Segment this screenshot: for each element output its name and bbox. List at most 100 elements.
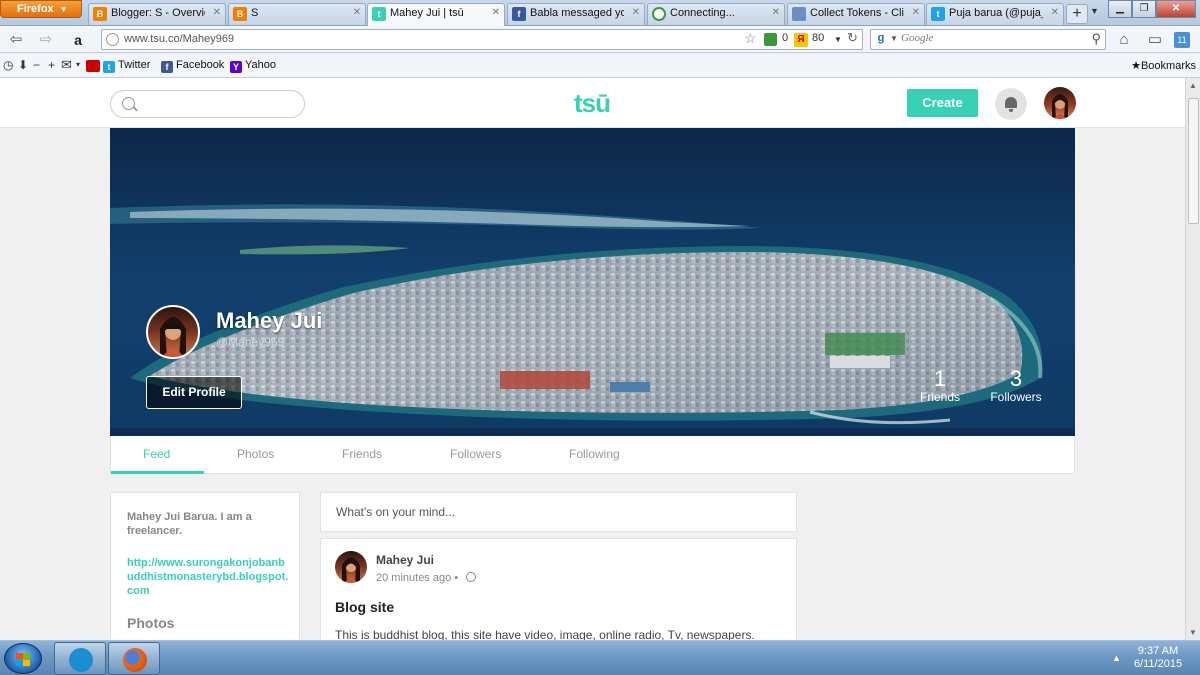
avatar-image xyxy=(160,317,186,357)
new-tab-button[interactable]: + xyxy=(1066,4,1088,24)
list-all-tabs-icon[interactable]: ▼ xyxy=(1090,6,1099,16)
close-icon[interactable]: ✕ xyxy=(353,7,361,18)
forward-icon[interactable]: ⇨ xyxy=(36,30,56,50)
firefox-menu-button[interactable]: Firefox ▼ xyxy=(0,0,82,18)
about-card: Mahey Jui Barua. I am a freelancer. http… xyxy=(110,492,300,640)
url-text[interactable]: www.tsu.co/Mahey969 xyxy=(124,33,234,45)
website-link[interactable]: http://www.surongakonjobanbuddhistmonast… xyxy=(127,556,289,598)
window-close-icon[interactable]: ✕ xyxy=(1156,0,1196,18)
profile-tabs: Feed Photos Friends Followers Following xyxy=(110,436,1075,474)
tab-friends[interactable]: Friends xyxy=(342,447,382,461)
start-button[interactable] xyxy=(4,643,42,674)
close-icon[interactable]: ✕ xyxy=(213,7,221,18)
search-icon xyxy=(122,97,135,110)
close-icon[interactable]: ✕ xyxy=(772,7,780,18)
home-icon[interactable]: ⌂ xyxy=(1114,30,1134,50)
post-body: This is buddhist blog, this site have vi… xyxy=(335,628,755,640)
taskbar-app[interactable] xyxy=(54,642,106,675)
bookmark-facebook[interactable]: f Facebook xyxy=(161,59,224,73)
notifications-button[interactable] xyxy=(995,88,1027,120)
scrollbar-thumb[interactable] xyxy=(1188,98,1199,224)
download-icon[interactable]: ⬇ xyxy=(18,58,28,72)
tab-followers[interactable]: Followers xyxy=(450,447,501,461)
bookmark-label: Facebook xyxy=(176,59,225,71)
bookmarks-menu-label: Bookmarks xyxy=(1140,60,1196,72)
amazon-icon[interactable]: a xyxy=(68,30,88,50)
windows-taskbar: ▲ 9:37 AM 6/11/2015 xyxy=(0,640,1200,675)
history-icon[interactable]: ◷ xyxy=(3,58,13,72)
composer-input[interactable]: What's on your mind... xyxy=(336,505,455,519)
followers-stat[interactable]: 3 Followers xyxy=(986,368,1046,405)
post-author-name[interactable]: Mahey Jui xyxy=(376,553,434,567)
browser-tab-bar: Firefox ▼ B Blogger: S - Overview ✕ B S ✕… xyxy=(0,0,1200,27)
bookmark-yahoo[interactable]: Y Yahoo xyxy=(230,59,276,73)
tab-label: Blogger: S - Overview xyxy=(111,7,205,19)
create-button[interactable]: Create xyxy=(907,89,978,117)
star-icon[interactable]: ☆ xyxy=(744,30,757,47)
site-identity-icon[interactable] xyxy=(106,33,119,46)
calendar-icon[interactable]: 11 xyxy=(1174,32,1190,48)
scroll-down-icon[interactable]: ▼ xyxy=(1189,628,1197,637)
search-icon[interactable]: ⚲ xyxy=(1091,31,1101,47)
scroll-up-icon[interactable]: ▲ xyxy=(1189,81,1197,90)
edit-profile-button[interactable]: Edit Profile xyxy=(146,376,242,409)
browser-tab[interactable]: B Blogger: S - Overview ✕ xyxy=(88,3,226,25)
page-icon xyxy=(792,7,806,21)
cover-photo: Mahey Jui @Mahey969 Edit Profile 1 Frien… xyxy=(110,128,1075,436)
close-icon[interactable]: ✕ xyxy=(912,7,920,18)
browser-tab-active[interactable]: t Mahey Jui | tsū ✕ xyxy=(367,3,505,27)
plus-icon[interactable]: + xyxy=(48,58,55,72)
tab-following[interactable]: Following xyxy=(569,447,620,461)
youtube-icon[interactable] xyxy=(86,60,100,72)
page-scrollbar[interactable]: ▲ ▼ xyxy=(1185,78,1200,640)
tsu-logo[interactable]: tsū xyxy=(574,88,611,119)
yahoo-icon: Y xyxy=(230,61,242,73)
profile-avatar[interactable] xyxy=(146,305,200,359)
google-icon[interactable]: g xyxy=(873,32,889,47)
tab-photos[interactable]: Photos xyxy=(237,447,274,461)
close-icon[interactable]: ✕ xyxy=(632,7,640,18)
restore-icon[interactable]: ❐ xyxy=(1132,0,1156,18)
tab-label: Babla messaged you xyxy=(530,7,624,19)
browser-tab[interactable]: f Babla messaged you ✕ xyxy=(507,3,645,25)
post-composer[interactable]: What's on your mind... xyxy=(320,492,797,532)
url-bar[interactable]: www.tsu.co/Mahey969 ☆ 0 Я 80 ▼ ↻ xyxy=(101,29,863,50)
pagerank-icon xyxy=(764,33,777,46)
search-bar[interactable]: g ▼ ⚲ xyxy=(870,29,1106,50)
browser-tab[interactable]: t Puja barua (@puja_... ✕ xyxy=(926,3,1064,25)
blogger-icon: B xyxy=(233,7,247,21)
profile-handle: @Mahey969 xyxy=(216,335,285,349)
bookmarks-menu-button[interactable]: ★Bookmarks xyxy=(1131,59,1196,72)
tab-feed[interactable]: Feed xyxy=(143,447,170,461)
show-hidden-icons[interactable]: ▲ xyxy=(1112,653,1121,663)
friends-stat[interactable]: 1 Friends xyxy=(918,366,962,405)
bookmark-twitter[interactable]: t Twitter xyxy=(103,59,150,73)
tab-label: Collect Tokens - Cli... xyxy=(810,7,904,19)
followers-label: Followers xyxy=(990,390,1042,404)
photos-heading[interactable]: Photos xyxy=(127,615,174,631)
post-author-avatar[interactable] xyxy=(335,551,367,583)
user-avatar[interactable] xyxy=(1044,87,1076,119)
taskbar-firefox[interactable] xyxy=(108,642,160,675)
search-input[interactable] xyxy=(901,32,1081,44)
close-icon[interactable]: ✕ xyxy=(492,7,500,18)
dropdown-icon[interactable]: ▼ xyxy=(834,35,842,44)
mail-icon[interactable]: ✉ xyxy=(61,57,72,73)
post-timestamp[interactable]: 20 minutes ago • xyxy=(376,572,458,584)
reload-icon[interactable]: ↻ xyxy=(847,30,858,46)
chevron-down-icon[interactable]: ▾ xyxy=(76,60,80,69)
browser-tab[interactable]: B S ✕ xyxy=(228,3,366,25)
browser-tab[interactable]: Connecting... ✕ xyxy=(647,3,785,25)
friends-count: 1 xyxy=(933,366,947,391)
chevron-down-icon[interactable]: ▼ xyxy=(890,34,898,43)
close-icon[interactable]: ✕ xyxy=(1051,7,1059,18)
avatar-image xyxy=(1052,94,1068,119)
browser-tab[interactable]: Collect Tokens - Cli... ✕ xyxy=(787,3,925,25)
windows-logo-icon xyxy=(16,653,30,666)
site-search-input[interactable] xyxy=(110,90,305,118)
window-icon[interactable]: ▭ xyxy=(1145,30,1165,50)
minus-icon[interactable]: − xyxy=(33,58,40,72)
back-icon[interactable]: ⇦ xyxy=(6,30,26,50)
system-clock[interactable]: 9:37 AM 6/11/2015 xyxy=(1128,645,1188,671)
minimize-icon[interactable]: ▁ xyxy=(1108,0,1132,18)
